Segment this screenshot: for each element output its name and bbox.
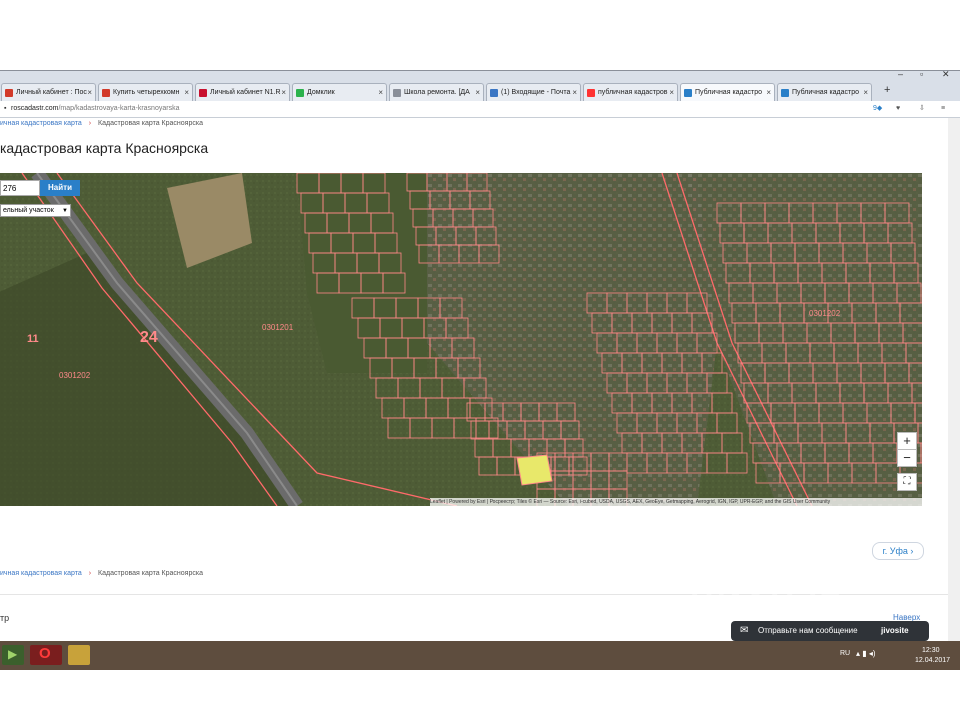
tab-favicon-icon [5, 89, 13, 97]
url-host: roscadastr.com [11, 105, 59, 112]
selected-parcel[interactable] [516, 454, 553, 486]
breadcrumb: ичная кадастровая карта › Кадастровая ка… [0, 120, 203, 127]
tab-close-icon[interactable]: × [863, 84, 868, 101]
tab-close-icon[interactable]: × [572, 84, 577, 101]
map-attribution: Leaflet | Powered by Esri | Росреестр; T… [430, 498, 922, 507]
tab-favicon-icon [199, 89, 207, 97]
menu-icon[interactable]: ≡ [941, 101, 945, 117]
tab-label: Купить четырехкомн [113, 89, 180, 96]
language-indicator[interactable]: RU [840, 650, 850, 657]
tab-favicon-icon [296, 89, 304, 97]
footer-section-title: тр [0, 613, 10, 623]
chat-prompt: Отправьте нам сообщение [758, 626, 858, 635]
breadcrumb-current: Кадастровая карта Красноярска [98, 120, 203, 127]
window-controls: ‒ ▫ ✕ [890, 69, 960, 82]
download-icon[interactable]: ⇩ [919, 101, 925, 117]
start-button[interactable]: ▶ [2, 645, 24, 665]
tab-favicon-icon [781, 89, 789, 97]
object-type-value: ельный участок [3, 207, 54, 214]
cadastral-number-input[interactable]: 276 [0, 180, 40, 196]
zoom-out-button[interactable]: − [897, 449, 917, 467]
tab[interactable]: Публичная кадастро × [680, 83, 775, 101]
quarter-label: 0301201 [262, 323, 294, 332]
page-scrollbar[interactable] [948, 118, 960, 641]
tab-close-icon[interactable]: × [378, 84, 383, 101]
zone-label: 11 [27, 333, 39, 345]
tab[interactable]: Публичная кадастро × [777, 83, 872, 101]
quarter-label: 0301202 [59, 371, 91, 380]
tab[interactable]: Личный кабинет N1.R × [195, 83, 290, 101]
browser-tab-bar: Личный кабинет : Пос × Купить четырехкомн ×… [0, 70, 960, 101]
breadcrumb-separator: › [88, 120, 92, 127]
app-icon[interactable] [68, 645, 90, 665]
region-select-button[interactable]: г. Уфа › [872, 542, 924, 560]
clock-date[interactable]: 12.04.2017 [915, 657, 950, 664]
tab-label: Школа ремонта. [ДА [404, 89, 470, 96]
tab-close-icon[interactable]: × [766, 84, 771, 101]
tray-icons[interactable]: ▴ ▮ ◂) [856, 649, 876, 658]
quarter-label: 0301202 [809, 309, 841, 318]
object-type-select[interactable]: ельный участок ▼ [0, 204, 71, 217]
tab-label: Личный кабинет : Пос [16, 89, 87, 96]
breadcrumb-separator: › [88, 570, 92, 577]
minimize-icon[interactable]: ‒ [898, 69, 903, 79]
breadcrumb-home-link[interactable]: ичная кадастровая карта [0, 120, 82, 127]
tab[interactable]: (1) Входящие - Почта × [486, 83, 581, 101]
envelope-icon: ✉ [740, 625, 749, 636]
chat-widget[interactable]: ✉ Отправьте нам сообщение jivosite [731, 621, 929, 641]
url-path: /map/kadastrovaya-karta-krasnoyarska [58, 105, 180, 112]
tab-favicon-icon [393, 89, 401, 97]
tab-close-icon[interactable]: × [87, 84, 92, 101]
tab-favicon-icon [102, 89, 110, 97]
tab[interactable]: публичная кадастров × [583, 83, 678, 101]
shield-icon[interactable]: 9◆ [873, 101, 882, 117]
find-button[interactable]: Найти [40, 180, 80, 196]
zoom-in-button[interactable]: + [897, 432, 917, 450]
heart-icon[interactable]: ♥ [896, 101, 900, 117]
chevron-down-icon: ▼ [62, 208, 68, 214]
tab-close-icon[interactable]: × [475, 84, 480, 101]
tab-label: Публичная кадастро [695, 89, 763, 96]
lock-icon: ▪ [4, 105, 7, 112]
page-title: кадастровая карта Красноярска [0, 140, 209, 156]
fullscreen-button[interactable]: ⛶ [897, 473, 917, 491]
tab[interactable]: Купить четырехкомн × [98, 83, 193, 101]
breadcrumb-home-link[interactable]: ичная кадастровая карта [0, 570, 82, 577]
zone-label: 24 [140, 329, 158, 346]
tab-favicon-icon [490, 89, 498, 97]
tab-label: Личный кабинет N1.R [210, 89, 281, 96]
breadcrumb-bottom: ичная кадастровая карта › Кадастровая ка… [0, 570, 203, 577]
tab-close-icon[interactable]: × [184, 84, 189, 101]
tab-label: Публичная кадастро [792, 89, 860, 96]
close-icon[interactable]: ✕ [942, 69, 950, 80]
maximize-icon[interactable]: ▫ [920, 69, 923, 79]
map-tiles [0, 173, 922, 506]
tab-close-icon[interactable]: × [669, 84, 674, 101]
address-bar[interactable]: ▪ roscadastr.com/map/kadastrovaya-karta-… [0, 101, 960, 118]
tab[interactable]: Школа ремонта. [ДА × [389, 83, 484, 101]
tab-label: Домклик [307, 89, 335, 96]
tab[interactable]: Личный кабинет : Пос × [1, 83, 96, 101]
opera-icon[interactable]: O [30, 645, 62, 665]
jivosite-logo: jivosite [881, 626, 909, 635]
cadastral-map[interactable]: 11 24 0301201 0301202 0301202 [0, 173, 922, 506]
tab-favicon-icon [684, 89, 692, 97]
os-taskbar: ▶ O RU ▴ ▮ ◂) 12:30 12.04.2017 [0, 641, 960, 670]
tab-label: (1) Входящие - Почта [501, 89, 571, 96]
new-tab-button[interactable]: + [884, 84, 890, 96]
tab-favicon-icon [587, 89, 595, 97]
tab-close-icon[interactable]: × [281, 84, 286, 101]
clock-time[interactable]: 12:30 [922, 647, 940, 654]
tab-label: публичная кадастров [598, 89, 668, 96]
breadcrumb-current: Кадастровая карта Красноярска [98, 570, 203, 577]
tab[interactable]: Домклик × [292, 83, 387, 101]
